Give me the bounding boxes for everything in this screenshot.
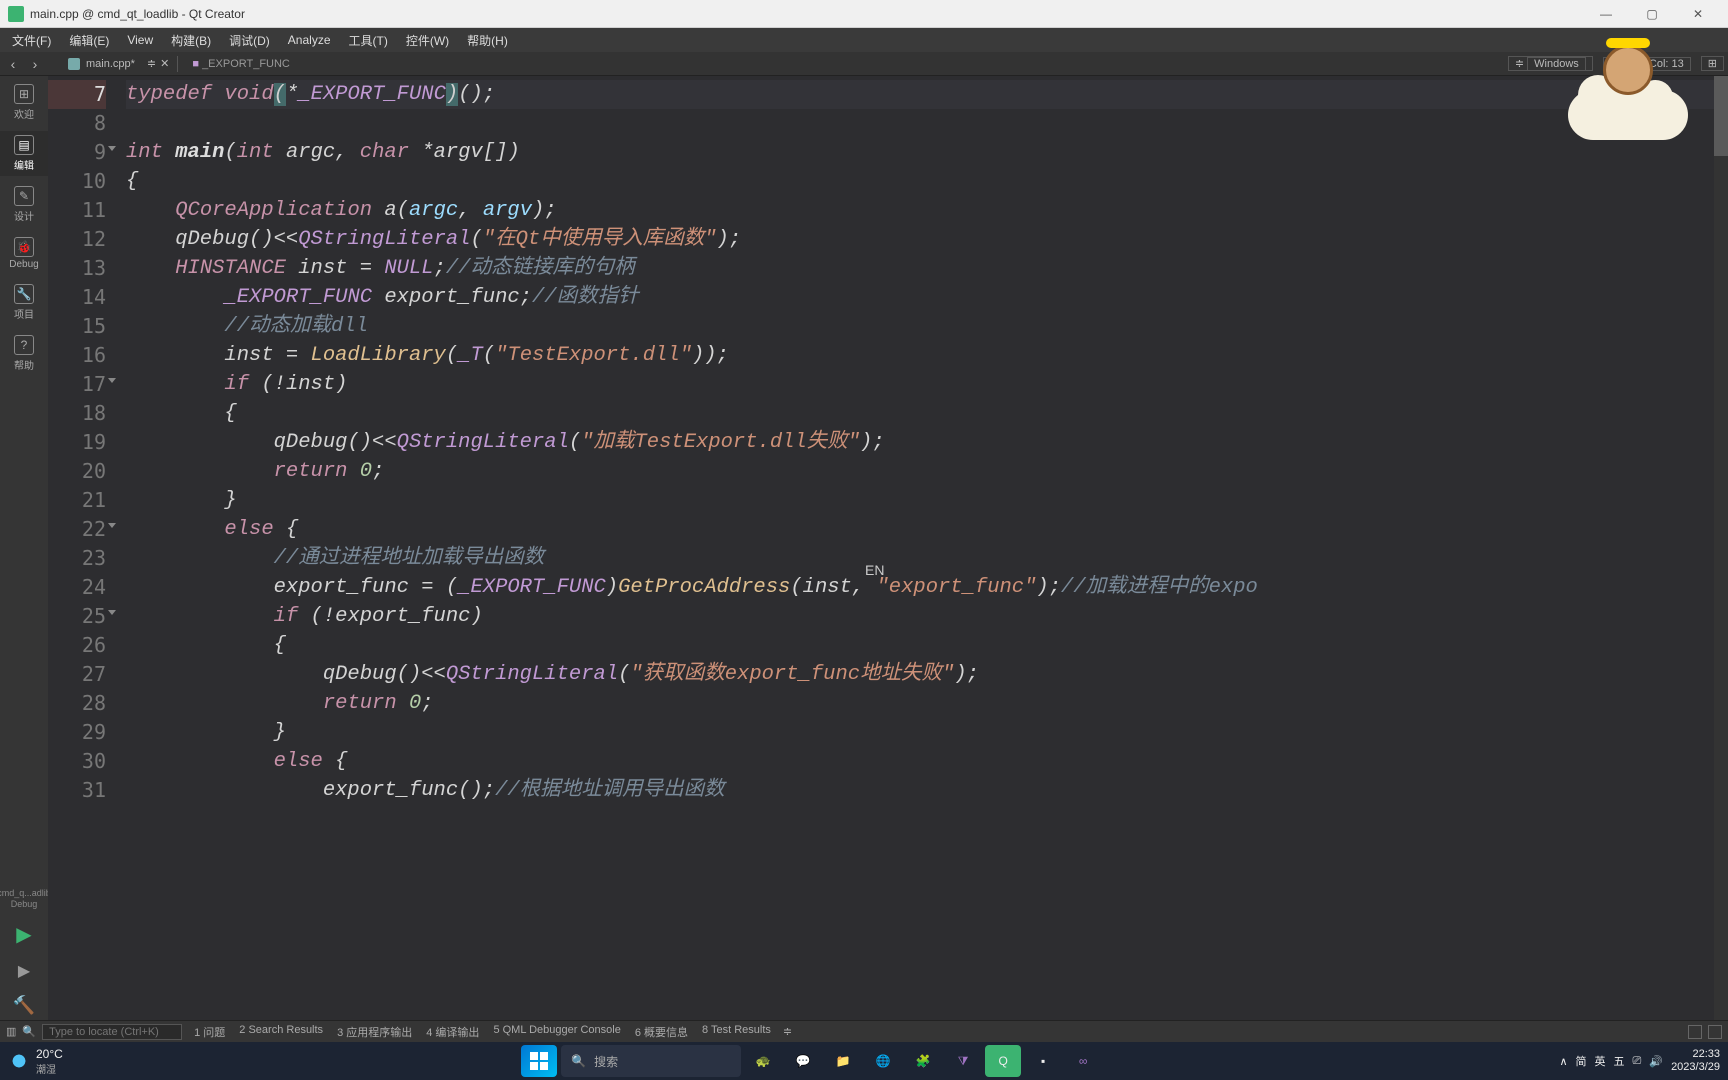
terminal-button[interactable]: ▪: [1025, 1045, 1061, 1077]
tray-icon[interactable]: 简: [1576, 1053, 1587, 1069]
mode-label: 欢迎: [14, 106, 34, 121]
kit-selector[interactable]: cmd_q...adlib Debug: [0, 886, 53, 912]
cpp-icon: [68, 58, 80, 70]
output-pane-tab[interactable]: 1 问题: [188, 1024, 231, 1040]
mode-编辑[interactable]: ▤ 编辑: [0, 131, 48, 176]
code-area[interactable]: typedef void(*_EXPORT_FUNC)();int main(i…: [118, 76, 1728, 1020]
output-pane-tab[interactable]: 3 应用程序输出: [331, 1024, 418, 1040]
toggle-right-sidebar-button[interactable]: [1708, 1025, 1722, 1039]
menu-item[interactable]: 编辑(E): [61, 30, 117, 51]
mode-icon: ?: [14, 335, 34, 355]
output-panes: 1 问题2 Search Results3 应用程序输出4 编译输出5 QML …: [188, 1024, 777, 1040]
line-number-gutter[interactable]: 7891011121314151617181920212223242526272…: [48, 76, 118, 1020]
tray-icon[interactable]: 五: [1614, 1053, 1625, 1069]
menu-item[interactable]: 帮助(H): [459, 30, 516, 51]
mode-帮助[interactable]: ? 帮助: [0, 331, 48, 376]
qt-creator-button[interactable]: Q: [985, 1045, 1021, 1077]
output-pane-tab[interactable]: 2 Search Results: [233, 1024, 329, 1040]
mode-label: 项目: [14, 306, 34, 321]
taskbar-app-1[interactable]: 🐢: [745, 1045, 781, 1077]
start-button[interactable]: [521, 1045, 557, 1077]
mode-sidebar: ⊞欢迎▤编辑✎设计🐞Debug🔧项目?帮助cmd_q...adlib Debug…: [0, 76, 48, 1020]
mode-label: Debug: [9, 259, 38, 270]
taskbar-clock[interactable]: 22:332023/3/29: [1671, 1048, 1720, 1074]
vertical-scrollbar[interactable]: [1714, 76, 1728, 1020]
weather-icon: [8, 1050, 30, 1072]
split-dropdown-icon[interactable]: ≑: [147, 57, 156, 70]
editor-toolbar: ‹ › main.cpp* ≑ ✕ ■ _EXPORT_FUNC ≑ Windo…: [0, 52, 1728, 76]
menu-item[interactable]: 构建(B): [163, 30, 219, 51]
close-file-button[interactable]: ✕: [160, 57, 169, 70]
debug-button[interactable]: ▶: [0, 957, 48, 985]
mode-icon: ✎: [14, 186, 34, 206]
maximize-button[interactable]: ▢: [1630, 0, 1674, 28]
edge-button[interactable]: 🌐: [865, 1045, 901, 1077]
windows-taskbar: 20°C 潮湿 🔍 搜索 🐢 💬 📁 🌐 🧩 ⧩ Q ▪ ∞ ∧ 简英五 ⎚ 🔊 22:…: [0, 1042, 1728, 1080]
file-explorer-button[interactable]: 📁: [825, 1045, 861, 1077]
vscode-button[interactable]: ⧩: [945, 1045, 981, 1077]
search-icon: 🔍: [571, 1054, 586, 1068]
taskbar-app-2[interactable]: 💬: [785, 1045, 821, 1077]
visual-studio-button[interactable]: ∞: [1065, 1045, 1101, 1077]
windows-icon: [530, 1052, 548, 1070]
menu-item[interactable]: 文件(F): [4, 30, 59, 51]
weather-label: 潮湿: [36, 1061, 63, 1076]
titlebar: main.cpp @ cmd_qt_loadlib - Qt Creator —…: [0, 0, 1728, 28]
mode-icon: ⊞: [14, 84, 34, 104]
split-editor-button[interactable]: ⊞: [1701, 56, 1724, 71]
output-pane-tab[interactable]: 5 QML Debugger Console: [487, 1024, 626, 1040]
mascot-overlay: [1568, 40, 1688, 140]
run-button[interactable]: ▶: [0, 918, 48, 951]
code-editor[interactable]: 7891011121314151617181920212223242526272…: [48, 76, 1728, 1020]
mode-label: 帮助: [14, 357, 34, 372]
menu-item[interactable]: 工具(T): [341, 30, 396, 51]
menu-item[interactable]: 调试(D): [221, 30, 278, 51]
build-button[interactable]: 🔨: [0, 991, 48, 1020]
pane-menu-icon[interactable]: ≑: [783, 1025, 792, 1038]
locator-input[interactable]: [42, 1024, 182, 1040]
mode-欢迎[interactable]: ⊞ 欢迎: [0, 80, 48, 125]
menubar: 文件(F)编辑(E)View构建(B)调试(D)Analyze工具(T)控件(W…: [0, 28, 1728, 52]
ime-indicator: EN: [865, 562, 884, 578]
output-selector-icon[interactable]: ▥: [6, 1025, 16, 1038]
menu-item[interactable]: View: [119, 31, 161, 49]
mode-label: 编辑: [14, 157, 34, 172]
tray-icon[interactable]: ⎚: [1633, 1055, 1642, 1068]
tray-icon[interactable]: ∧: [1559, 1055, 1567, 1068]
mode-label: 设计: [14, 208, 34, 223]
mode-icon: ▤: [14, 135, 34, 155]
output-pane-tab[interactable]: 8 Test Results: [696, 1024, 777, 1040]
temperature: 20°C: [36, 1047, 63, 1061]
mode-设计[interactable]: ✎ 设计: [0, 182, 48, 227]
toggle-sidebar-button[interactable]: [1688, 1025, 1702, 1039]
minimize-button[interactable]: —: [1584, 0, 1628, 28]
mode-icon: 🔧: [14, 284, 34, 304]
file-tab-label: main.cpp*: [86, 58, 135, 70]
tray-icon[interactable]: 英: [1595, 1053, 1606, 1069]
nav-forward-button[interactable]: ›: [26, 56, 44, 72]
output-pane-tab[interactable]: 6 概要信息: [629, 1024, 694, 1040]
close-button[interactable]: ✕: [1676, 0, 1720, 28]
mode-Debug[interactable]: 🐞 Debug: [0, 233, 48, 274]
mode-项目[interactable]: 🔧 项目: [0, 280, 48, 325]
bottom-panel-bar: ▥ 🔍 1 问题2 Search Results3 应用程序输出4 编译输出5 …: [0, 1020, 1728, 1042]
menu-item[interactable]: 控件(W): [398, 30, 457, 51]
qt-icon: [8, 6, 24, 22]
menu-item[interactable]: Analyze: [280, 31, 339, 49]
tray-icon[interactable]: 🔊: [1649, 1055, 1663, 1068]
search-icon: 🔍: [22, 1025, 36, 1038]
taskbar-search[interactable]: 🔍 搜索: [561, 1045, 741, 1077]
symbol-dropdown[interactable]: ■ _EXPORT_FUNC: [186, 58, 296, 70]
store-button[interactable]: 🧩: [905, 1045, 941, 1077]
system-tray[interactable]: ∧ 简英五 ⎚ 🔊 22:332023/3/29: [1559, 1048, 1720, 1074]
weather-widget[interactable]: 20°C 潮湿: [8, 1047, 63, 1076]
output-pane-tab[interactable]: 4 编译输出: [420, 1024, 485, 1040]
nav-back-button[interactable]: ‹: [4, 56, 22, 72]
search-placeholder: 搜索: [594, 1053, 618, 1070]
mode-icon: 🐞: [14, 237, 34, 257]
file-tab[interactable]: main.cpp*: [60, 58, 143, 70]
window-title: main.cpp @ cmd_qt_loadlib - Qt Creator: [30, 7, 1584, 21]
